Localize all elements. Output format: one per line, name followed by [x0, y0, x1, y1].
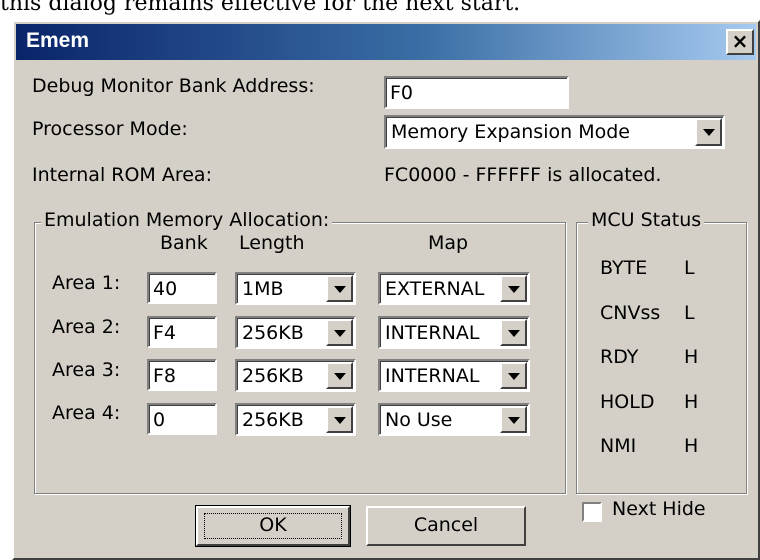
- mcu-status-value: H: [684, 435, 699, 457]
- area-2-bank-input[interactable]: F4: [147, 316, 217, 348]
- next-hide-checkbox[interactable]: [582, 502, 602, 522]
- close-icon[interactable]: ×: [726, 29, 754, 55]
- area-4-length-select[interactable]: 256KB: [235, 403, 356, 436]
- emem-dialog: Emem × Debug Monitor Bank Address: F0 Pr…: [12, 20, 760, 560]
- emulation-memory-group: [34, 222, 566, 494]
- area-4-map-select[interactable]: No Use: [378, 403, 530, 436]
- area-3-bank-input[interactable]: F8: [147, 359, 217, 391]
- internal-rom-value: FC0000 - FFFFFF is allocated.: [384, 164, 662, 186]
- chevron-down-icon[interactable]: [500, 319, 527, 346]
- debug-monitor-label: Debug Monitor Bank Address:: [32, 75, 315, 97]
- focus-rect: [204, 513, 342, 539]
- area-4-length-value: 256KB: [242, 409, 304, 431]
- chevron-down-icon[interactable]: [500, 275, 527, 302]
- area-1-map-select[interactable]: EXTERNAL: [378, 272, 530, 305]
- debug-monitor-bank-address-input[interactable]: F0: [384, 76, 569, 109]
- next-hide-label: Next Hide: [612, 498, 706, 520]
- mcu-status-name: BYTE: [600, 257, 648, 279]
- area-4-map-value: No Use: [385, 409, 453, 431]
- area-label: Area 2:: [52, 316, 121, 338]
- mcu-status-value: L: [684, 257, 695, 279]
- mcu-status-name: CNVss: [600, 302, 661, 324]
- area-3-map-select[interactable]: INTERNAL: [378, 359, 530, 392]
- map-header: Map: [428, 232, 469, 254]
- area-label: Area 4:: [52, 402, 121, 424]
- area-1-length-value: 1MB: [242, 278, 284, 300]
- area-label: Area 1:: [52, 272, 121, 294]
- emulation-memory-title: Emulation Memory Allocation:: [41, 209, 333, 231]
- cancel-button-label: Cancel: [413, 514, 479, 536]
- title-bar[interactable]: Emem ×: [16, 24, 756, 60]
- caption-text: this dialog remains effective for the ne…: [0, 0, 521, 16]
- cancel-button[interactable]: Cancel: [366, 506, 526, 546]
- area-2-length-value: 256KB: [242, 322, 304, 344]
- area-3-length-select[interactable]: 256KB: [235, 359, 356, 392]
- mcu-status-name: NMI: [600, 435, 637, 457]
- chevron-down-icon[interactable]: [695, 118, 722, 146]
- area-3-length-value: 256KB: [242, 365, 304, 387]
- chevron-down-icon[interactable]: [326, 275, 353, 302]
- area-1-length-select[interactable]: 1MB: [235, 272, 356, 305]
- mcu-status-value: H: [684, 346, 699, 368]
- area-1-bank-input[interactable]: 40: [147, 272, 217, 304]
- processor-mode-select[interactable]: Memory Expansion Mode: [384, 115, 725, 149]
- area-label: Area 3:: [52, 359, 121, 381]
- mcu-status-title: MCU Status: [588, 209, 705, 231]
- mcu-status-value: L: [684, 302, 695, 324]
- length-header: Length: [239, 232, 305, 254]
- area-4-bank-input[interactable]: 0: [147, 403, 217, 435]
- area-3-map-value: INTERNAL: [385, 365, 480, 387]
- area-2-map-select[interactable]: INTERNAL: [378, 316, 530, 349]
- chevron-down-icon[interactable]: [500, 406, 527, 433]
- mcu-status-name: HOLD: [600, 391, 655, 413]
- chevron-down-icon[interactable]: [326, 319, 353, 346]
- chevron-down-icon[interactable]: [326, 362, 353, 389]
- area-2-map-value: INTERNAL: [385, 322, 480, 344]
- ok-button[interactable]: OK: [195, 505, 351, 547]
- internal-rom-label: Internal ROM Area:: [32, 164, 212, 186]
- chevron-down-icon[interactable]: [326, 406, 353, 433]
- processor-mode-label: Processor Mode:: [32, 118, 188, 140]
- area-1-map-value: EXTERNAL: [385, 278, 485, 300]
- bank-header: Bank: [160, 232, 208, 254]
- chevron-down-icon[interactable]: [500, 362, 527, 389]
- processor-mode-value: Memory Expansion Mode: [391, 121, 630, 143]
- mcu-status-name: RDY: [600, 346, 639, 368]
- mcu-status-value: H: [684, 391, 699, 413]
- area-2-length-select[interactable]: 256KB: [235, 316, 356, 349]
- window-title: Emem: [26, 29, 90, 52]
